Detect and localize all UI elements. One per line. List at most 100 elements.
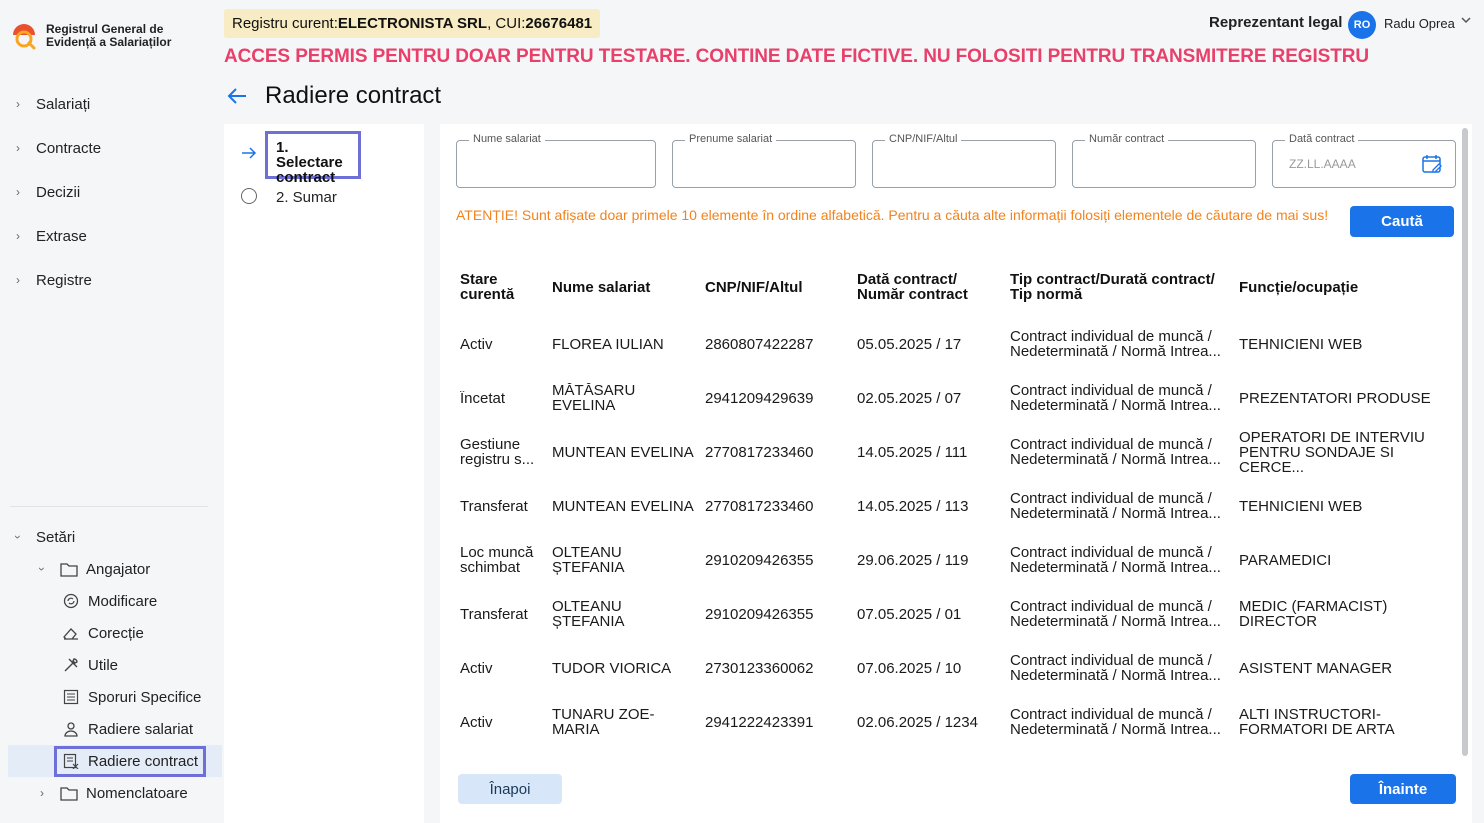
nav-item-label: Extrase bbox=[36, 227, 87, 245]
calendar-icon[interactable] bbox=[1421, 153, 1443, 175]
cell-data-contract: 02.06.2025 / 1234 bbox=[857, 714, 978, 730]
prenume-salariat-field[interactable]: Prenume salariat bbox=[672, 133, 856, 188]
nav-item-nomenclatoare[interactable]: › Nomenclatoare bbox=[0, 777, 222, 809]
back-button[interactable]: Înapoi bbox=[458, 774, 562, 804]
cell-functie: TEHNICIENI WEB bbox=[1239, 498, 1363, 514]
nav-item-corectie[interactable]: Corecție bbox=[0, 617, 222, 649]
main-panel: Nume salariat Prenume salariat CNP/NIF/A… bbox=[440, 124, 1472, 823]
cell-stare: Loc muncă schimbat bbox=[460, 545, 534, 575]
table-row[interactable]: Activ TUDOR VIORICA 2730123360062 07.06.… bbox=[440, 641, 1456, 695]
cell-data-contract: 02.05.2025 / 07 bbox=[857, 390, 962, 406]
nav-item-label: Radiere salariat bbox=[88, 720, 194, 738]
table-row[interactable]: Activ FLOREA IULIAN 2860807422287 05.05.… bbox=[440, 317, 1456, 371]
date-placeholder: ZZ.LL.AAAA bbox=[1289, 157, 1356, 171]
numar-contract-field[interactable]: Număr contract bbox=[1072, 133, 1256, 188]
nav-item-utile[interactable]: Utile bbox=[0, 649, 222, 681]
nav-item-radiere-salariat[interactable]: Radiere salariat bbox=[0, 713, 222, 745]
nav-item-decizii[interactable]: › Decizii bbox=[0, 170, 222, 214]
cell-tip-contract: Contract individual de muncă / Nedetermi… bbox=[1010, 707, 1221, 737]
registry-cui-prefix: , CUI: bbox=[487, 15, 526, 32]
cell-functie: TEHNICIENI WEB bbox=[1239, 336, 1363, 352]
app-name: Registrul General de Evidență a Salariaț… bbox=[46, 22, 172, 49]
nav-item-label: Corecție bbox=[88, 624, 144, 642]
cell-tip-contract: Contract individual de muncă / Nedetermi… bbox=[1010, 329, 1221, 359]
table-header: Stare curentă Nume salariat CNP/NIF/Altu… bbox=[440, 258, 1456, 316]
cell-nume: MUNTEAN EVELINA bbox=[552, 498, 694, 514]
sidebar: Registrul General de Evidență a Salariaț… bbox=[0, 0, 222, 823]
nav-item-label: Registre bbox=[36, 271, 92, 289]
cell-tip-contract: Contract individual de muncă / Nedetermi… bbox=[1010, 383, 1221, 413]
cell-stare: Transferat bbox=[460, 606, 528, 622]
column-header: Funcție/ocupație bbox=[1239, 278, 1359, 296]
cell-data-contract: 07.06.2025 / 10 bbox=[857, 660, 962, 676]
user-name[interactable]: Radu Oprea bbox=[1384, 16, 1455, 31]
search-button[interactable]: Caută bbox=[1350, 206, 1454, 237]
data-contract-field[interactable]: Dată contract ZZ.LL.AAAA bbox=[1272, 133, 1456, 188]
folder-icon bbox=[60, 784, 78, 802]
cell-cnp: 2730123360062 bbox=[705, 660, 814, 676]
cell-stare: Încetat bbox=[460, 390, 506, 406]
table-row[interactable]: Activ TUNARU ZOE-MARIA 2941222423391 02.… bbox=[440, 695, 1456, 749]
nav-item-label: Contracte bbox=[36, 139, 102, 157]
current-registry-badge: Registru curent: ELECTRONISTA SRL , CUI:… bbox=[224, 9, 601, 38]
cell-tip-contract: Contract individual de muncă / Nedetermi… bbox=[1010, 653, 1221, 683]
field-label: CNP/NIF/Altul bbox=[885, 133, 962, 145]
nav-item-contracte[interactable]: › Contracte bbox=[0, 126, 222, 170]
cell-functie: PREZENTATORI PRODUSE bbox=[1239, 390, 1431, 406]
back-arrow-icon[interactable] bbox=[226, 85, 248, 107]
nav-item-radiere-contract[interactable]: Radiere contract bbox=[8, 745, 222, 777]
cell-data-contract: 29.06.2025 / 119 bbox=[857, 552, 969, 568]
table-row[interactable]: Gestiune registru s... MUNTEAN EVELINA 2… bbox=[440, 425, 1456, 479]
scrollbar[interactable] bbox=[1462, 128, 1468, 756]
chevron-right-icon: › bbox=[16, 97, 20, 111]
nav-item-angajator[interactable]: › Angajator bbox=[0, 553, 222, 585]
cell-nume: FLOREA IULIAN bbox=[552, 336, 664, 352]
cell-stare: Transferat bbox=[460, 498, 528, 514]
nav-item-sporuri-specifice[interactable]: Sporuri Specifice bbox=[0, 681, 222, 713]
cell-tip-contract: Contract individual de muncă / Nedetermi… bbox=[1010, 437, 1221, 467]
chevron-down-icon[interactable] bbox=[1460, 14, 1472, 29]
list-icon bbox=[62, 688, 80, 706]
step-sumar[interactable]: 2. Sumar bbox=[276, 189, 337, 206]
arrow-right-icon bbox=[241, 146, 257, 164]
selection-highlight bbox=[54, 746, 206, 777]
app-logo[interactable]: Registrul General de Evidență a Salariaț… bbox=[10, 22, 186, 50]
table-row[interactable]: Încetat MĂTĂSARU EVELINA 2941209429639 0… bbox=[440, 371, 1456, 425]
next-button[interactable]: Înainte bbox=[1350, 774, 1456, 804]
chevron-down-icon: › bbox=[11, 535, 25, 539]
column-header: Stare curentă bbox=[460, 271, 515, 303]
nav-item-extrase[interactable]: › Extrase bbox=[0, 214, 222, 258]
nav-item-registre[interactable]: › Registre bbox=[0, 258, 222, 302]
column-header: Nume salariat bbox=[552, 278, 651, 296]
cell-functie: ALTI INSTRUCTORI-FORMATORI DE ARTA bbox=[1239, 707, 1395, 737]
nav-item-label: Nomenclatoare bbox=[86, 784, 188, 802]
nav-item-modificare[interactable]: Modificare bbox=[0, 585, 222, 617]
tools-icon bbox=[62, 656, 80, 674]
field-label: Nume salariat bbox=[469, 133, 545, 145]
cell-stare: Activ bbox=[460, 336, 493, 352]
table-row[interactable]: Loc muncă schimbat OLTEANU ȘTEFANIA 2910… bbox=[440, 533, 1456, 587]
registry-company: ELECTRONISTA SRL bbox=[337, 15, 488, 32]
nume-salariat-field[interactable]: Nume salariat bbox=[456, 133, 656, 188]
chevron-right-icon: › bbox=[16, 185, 20, 199]
cell-nume: MĂTĂSARU EVELINA bbox=[552, 383, 636, 413]
nav-item-setari[interactable]: › Setări bbox=[0, 521, 222, 553]
sidebar-divider bbox=[10, 506, 208, 507]
cnp-field[interactable]: CNP/NIF/Altul bbox=[872, 133, 1056, 188]
eraser-icon bbox=[62, 624, 80, 642]
table-row[interactable]: Transferat OLTEANU ȘTEFANIA 291020942635… bbox=[440, 587, 1456, 641]
stepper-panel: 1. Selectare contract 2. Sumar bbox=[224, 124, 424, 823]
cell-data-contract: 05.05.2025 / 17 bbox=[857, 336, 962, 352]
cell-data-contract: 14.05.2025 / 113 bbox=[857, 498, 969, 514]
step-selectare-contract[interactable]: 1. Selectare contract bbox=[265, 131, 361, 185]
avatar[interactable]: RO bbox=[1348, 11, 1376, 39]
cell-data-contract: 07.05.2025 / 01 bbox=[857, 606, 962, 622]
nav-item-label: Salariați bbox=[36, 95, 91, 113]
cell-cnp: 2770817233460 bbox=[705, 498, 814, 514]
cell-functie: OPERATORI DE INTERVIU PENTRU SONDAJE SI … bbox=[1239, 429, 1425, 475]
nav-item-salariati[interactable]: › Salariați bbox=[0, 82, 222, 126]
cell-cnp: 2941209429639 bbox=[705, 390, 814, 406]
step-radio-icon bbox=[241, 188, 257, 204]
chevron-right-icon: › bbox=[40, 786, 44, 800]
table-row[interactable]: Transferat MUNTEAN EVELINA 2770817233460… bbox=[440, 479, 1456, 533]
